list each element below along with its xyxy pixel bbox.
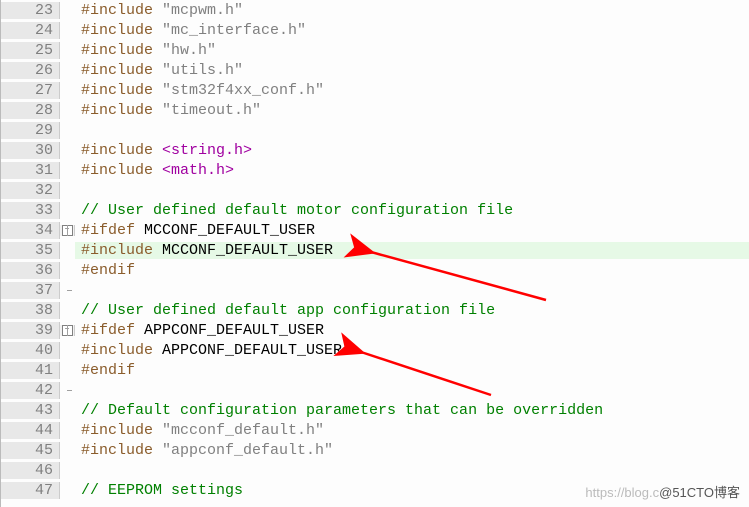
code-line[interactable]: 41 #endif xyxy=(1,360,749,380)
code-content[interactable]: // User defined default app configuratio… xyxy=(75,302,749,319)
line-number: 25 xyxy=(1,42,60,59)
watermark-url: https://blog.c xyxy=(585,485,659,500)
code-content[interactable]: #include "utils.h" xyxy=(75,62,749,79)
line-number: 35 xyxy=(1,242,60,259)
code-line[interactable]: 34−#ifdef MCCONF_DEFAULT_USER xyxy=(1,220,749,240)
line-number: 44 xyxy=(1,422,60,439)
line-number: 31 xyxy=(1,162,60,179)
code-line[interactable]: 44 #include "mcconf_default.h" xyxy=(1,420,749,440)
line-number: 38 xyxy=(1,302,60,319)
line-number: 36 xyxy=(1,262,60,279)
code-content[interactable]: #endif xyxy=(75,262,749,279)
code-line[interactable]: 38 // User defined default app configurat… xyxy=(1,300,749,320)
code-editor[interactable]: 23 #include "mcpwm.h" 24 #include "mc_inter… xyxy=(1,0,749,507)
code-line[interactable]: 45 #include "appconf_default.h" xyxy=(1,440,749,460)
code-content[interactable]: #include "mcpwm.h" xyxy=(75,2,749,19)
code-line[interactable]: 28 #include "timeout.h" xyxy=(1,100,749,120)
code-line[interactable]: 24 #include "mc_interface.h" xyxy=(1,20,749,40)
fold-gutter: − xyxy=(60,225,75,236)
line-number: 46 xyxy=(1,462,60,479)
code-line[interactable]: 46 xyxy=(1,460,749,480)
code-line[interactable]: 36 #endif xyxy=(1,260,749,280)
line-number: 29 xyxy=(1,122,60,139)
code-line[interactable]: 31 #include <math.h> xyxy=(1,160,749,180)
code-content[interactable]: // User defined default motor configurat… xyxy=(75,202,749,219)
line-number: 27 xyxy=(1,82,60,99)
line-number: 40 xyxy=(1,342,60,359)
line-number: 41 xyxy=(1,362,60,379)
code-content[interactable]: #endif xyxy=(75,362,749,379)
code-line[interactable]: 33 // User defined default motor configur… xyxy=(1,200,749,220)
code-line[interactable]: 23 #include "mcpwm.h" xyxy=(1,0,749,20)
line-number: 28 xyxy=(1,102,60,119)
code-line[interactable]: 25 #include "hw.h" xyxy=(1,40,749,60)
watermark: https://blog.c@51CTO博客 xyxy=(585,482,740,501)
code-line[interactable]: 26 #include "utils.h" xyxy=(1,60,749,80)
code-content[interactable]: #ifdef MCCONF_DEFAULT_USER xyxy=(75,222,749,239)
line-number: 24 xyxy=(1,22,60,39)
code-line[interactable]: 43 // Default configuration parameters th… xyxy=(1,400,749,420)
line-number: 32 xyxy=(1,182,60,199)
code-content[interactable]: #include "appconf_default.h" xyxy=(75,442,749,459)
code-content[interactable]: #include <string.h> xyxy=(75,142,749,159)
code-content[interactable]: #include MCCONF_DEFAULT_USER xyxy=(75,242,749,259)
code-line[interactable]: 39−#ifdef APPCONF_DEFAULT_USER xyxy=(1,320,749,340)
code-line[interactable]: 29 xyxy=(1,120,749,140)
code-line[interactable]: 32 xyxy=(1,180,749,200)
line-number: 33 xyxy=(1,202,60,219)
code-line[interactable]: 37 xyxy=(1,280,749,300)
code-content[interactable]: #include "timeout.h" xyxy=(75,102,749,119)
code-line[interactable]: 42 xyxy=(1,380,749,400)
line-number: 23 xyxy=(1,2,60,19)
code-line[interactable]: 30 #include <string.h> xyxy=(1,140,749,160)
code-line[interactable]: 35 #include MCCONF_DEFAULT_USER xyxy=(1,240,749,260)
fold-gutter: − xyxy=(60,325,75,336)
line-number: 26 xyxy=(1,62,60,79)
code-content[interactable]: #include "stm32f4xx_conf.h" xyxy=(75,82,749,99)
line-number: 30 xyxy=(1,142,60,159)
watermark-author: @51CTO博客 xyxy=(659,485,740,500)
line-number: 43 xyxy=(1,402,60,419)
line-number: 45 xyxy=(1,442,60,459)
code-content[interactable]: #include <math.h> xyxy=(75,162,749,179)
code-content[interactable]: #include "mcconf_default.h" xyxy=(75,422,749,439)
code-content[interactable]: #ifdef APPCONF_DEFAULT_USER xyxy=(75,322,749,339)
line-number: 34 xyxy=(1,222,60,239)
code-content[interactable]: #include APPCONF_DEFAULT_USER xyxy=(75,342,749,359)
code-line[interactable]: 40 #include APPCONF_DEFAULT_USER xyxy=(1,340,749,360)
code-content[interactable]: #include "mc_interface.h" xyxy=(75,22,749,39)
line-number: 39 xyxy=(1,322,60,339)
line-number: 42 xyxy=(1,382,60,399)
code-line[interactable]: 27 #include "stm32f4xx_conf.h" xyxy=(1,80,749,100)
line-number: 47 xyxy=(1,482,60,499)
code-content[interactable]: #include "hw.h" xyxy=(75,42,749,59)
line-number: 37 xyxy=(1,282,60,299)
code-content[interactable]: // Default configuration parameters that… xyxy=(75,402,749,419)
